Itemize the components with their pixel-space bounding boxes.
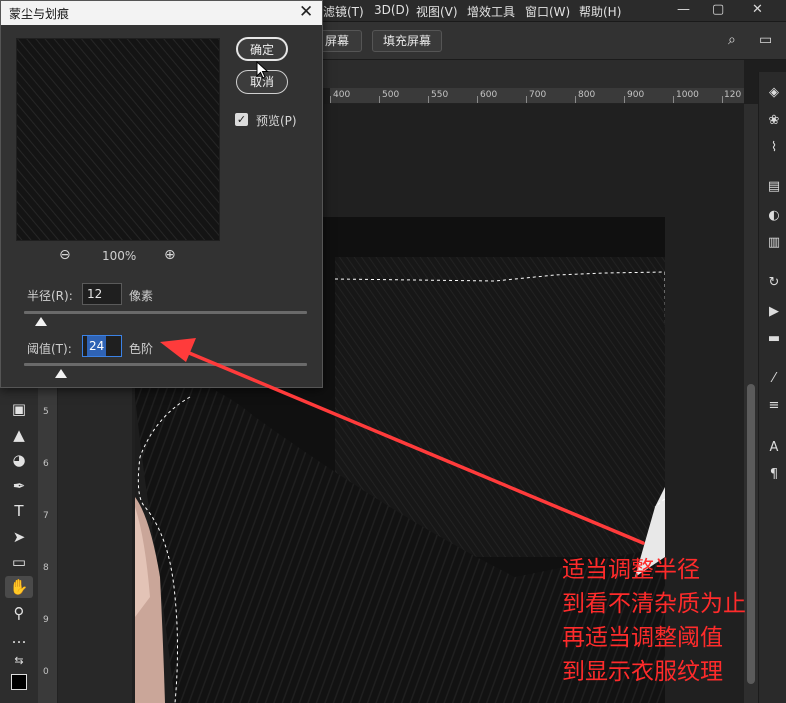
history-icon[interactable]: ↻ xyxy=(765,274,783,292)
preview-checkbox[interactable]: ✓ xyxy=(235,113,248,126)
ruler-label: 550 xyxy=(431,90,449,100)
radius-slider[interactable] xyxy=(24,311,307,314)
preview-label: 预览(P) xyxy=(256,114,297,128)
menu-3d[interactable]: 3D(D) xyxy=(374,3,409,17)
sliders-icon[interactable]: ≡ xyxy=(765,397,783,415)
ruler-label: 600 xyxy=(480,90,498,100)
threshold-slider-thumb[interactable] xyxy=(54,369,67,378)
radius-label: 半径(R): xyxy=(27,289,73,303)
ruler-label: 0 xyxy=(43,667,49,677)
radius-unit: 像素 xyxy=(129,289,154,303)
color-swatch-icon[interactable] xyxy=(5,670,33,692)
ruler-label: 7 xyxy=(43,511,49,521)
menu-help[interactable]: 帮助(H) xyxy=(579,3,621,20)
mouse-cursor-icon xyxy=(256,61,269,79)
gradient-icon[interactable]: ▣ xyxy=(5,398,33,420)
radius-input[interactable]: 12 xyxy=(82,283,122,305)
caption-line: 到看不清杂质为止 xyxy=(562,591,746,617)
ok-button[interactable]: 确定 xyxy=(236,37,288,61)
paragraph-icon[interactable]: ¶ xyxy=(765,466,783,484)
actions-icon[interactable]: ▶ xyxy=(765,303,783,321)
caption-line: 适当调整半径 xyxy=(562,557,700,583)
threshold-unit: 色阶 xyxy=(129,342,154,356)
zoom-level: 100% xyxy=(102,249,137,263)
threshold-input[interactable]: 24 xyxy=(82,335,122,357)
libraries-icon[interactable]: ▥ xyxy=(765,234,783,252)
threshold-slider[interactable] xyxy=(24,363,307,366)
maximize-icon[interactable]: ▢ xyxy=(712,2,724,17)
swap-colors-icon[interactable]: ⇆ xyxy=(5,650,33,672)
minimize-icon[interactable]: — xyxy=(677,2,690,17)
adjustments-icon[interactable]: ◐ xyxy=(765,207,783,225)
threshold-label: 阈值(T): xyxy=(27,342,72,356)
caption-line: 再适当调整阈值 xyxy=(562,625,723,651)
dialog-title: 蒙尘与划痕 xyxy=(9,7,70,21)
ruler-label: 400 xyxy=(333,90,351,100)
document-tab-strip xyxy=(320,60,744,88)
character-icon[interactable]: A xyxy=(765,439,783,457)
layers-icon[interactable]: ◈ xyxy=(765,84,783,102)
menu-plugins[interactable]: 增效工具 xyxy=(467,3,515,20)
path-select-icon[interactable]: ➤ xyxy=(5,526,33,548)
ruler-left: 5 6 7 8 9 0 xyxy=(38,388,58,703)
close-window-icon[interactable]: ✕ xyxy=(752,2,763,17)
menu-window[interactable]: 窗口(W) xyxy=(525,3,570,20)
comments-icon[interactable]: ▬ xyxy=(765,330,783,348)
ruler-label: 500 xyxy=(382,90,400,100)
hand-icon[interactable]: ✋ xyxy=(5,576,33,598)
ruler-label: 6 xyxy=(43,459,49,469)
preview-image xyxy=(17,39,219,240)
caption-line: 到显示衣服纹理 xyxy=(562,659,723,685)
ruler-label: 1000 xyxy=(676,90,699,100)
brush-settings-icon[interactable]: ⁄ xyxy=(765,370,783,388)
zoom-in-icon[interactable]: ⊕ xyxy=(164,247,176,263)
close-icon[interactable]: ✕ xyxy=(299,2,313,22)
ruler-label: 800 xyxy=(578,90,596,100)
dialog-titlebar[interactable]: 蒙尘与划痕 ✕ xyxy=(1,1,322,25)
radius-slider-thumb[interactable] xyxy=(34,317,47,326)
ruler-label: 9 xyxy=(43,615,49,625)
channels-icon[interactable]: ❀ xyxy=(765,112,783,130)
ruler-label: 700 xyxy=(529,90,547,100)
workspace-icon[interactable]: ▭ xyxy=(759,32,772,48)
ruler-label: 900 xyxy=(627,90,645,100)
more-icon[interactable]: … xyxy=(5,627,33,649)
zoom-out-icon[interactable]: ⊖ xyxy=(59,247,71,263)
paths-icon[interactable]: ⌇ xyxy=(765,139,783,157)
threshold-value: 24 xyxy=(87,336,107,356)
properties-icon[interactable]: ▤ xyxy=(765,178,783,196)
ruler-label: 5 xyxy=(43,407,49,417)
annotation-caption: 适当调整半径 到看不清杂质为止 再适当调整阈值 到显示衣服纹理 xyxy=(562,553,786,689)
rectangle-icon[interactable]: ▭ xyxy=(5,551,33,573)
ruler-label: 120 xyxy=(724,90,742,100)
search-icon[interactable]: ⌕ xyxy=(728,32,736,48)
sharpen-icon[interactable]: ▲ xyxy=(5,424,33,446)
fill-screen-button[interactable]: 填充屏幕 xyxy=(372,30,442,52)
dust-scratches-dialog: 蒙尘与划痕 ✕ ⊖ 100% ⊕ 确定 取消 ✓ 预览(P) 半径(R): 12… xyxy=(0,0,323,388)
tools-panel: ▣ ▲ ◕ ✒ T ➤ ▭ ✋ ⚲ … ⇆ xyxy=(0,388,38,703)
filter-preview[interactable] xyxy=(16,38,220,241)
dodge-icon[interactable]: ◕ xyxy=(5,449,33,471)
type-icon[interactable]: T xyxy=(5,500,33,522)
menu-view[interactable]: 视图(V) xyxy=(416,3,458,20)
ruler-top: 400 500 550 600 700 800 900 1000 120 xyxy=(330,88,744,104)
ruler-label: 8 xyxy=(43,563,49,573)
menu-filter[interactable]: 滤镜(T) xyxy=(323,3,364,20)
pen-icon[interactable]: ✒ xyxy=(5,475,33,497)
zoom-icon[interactable]: ⚲ xyxy=(5,602,33,624)
